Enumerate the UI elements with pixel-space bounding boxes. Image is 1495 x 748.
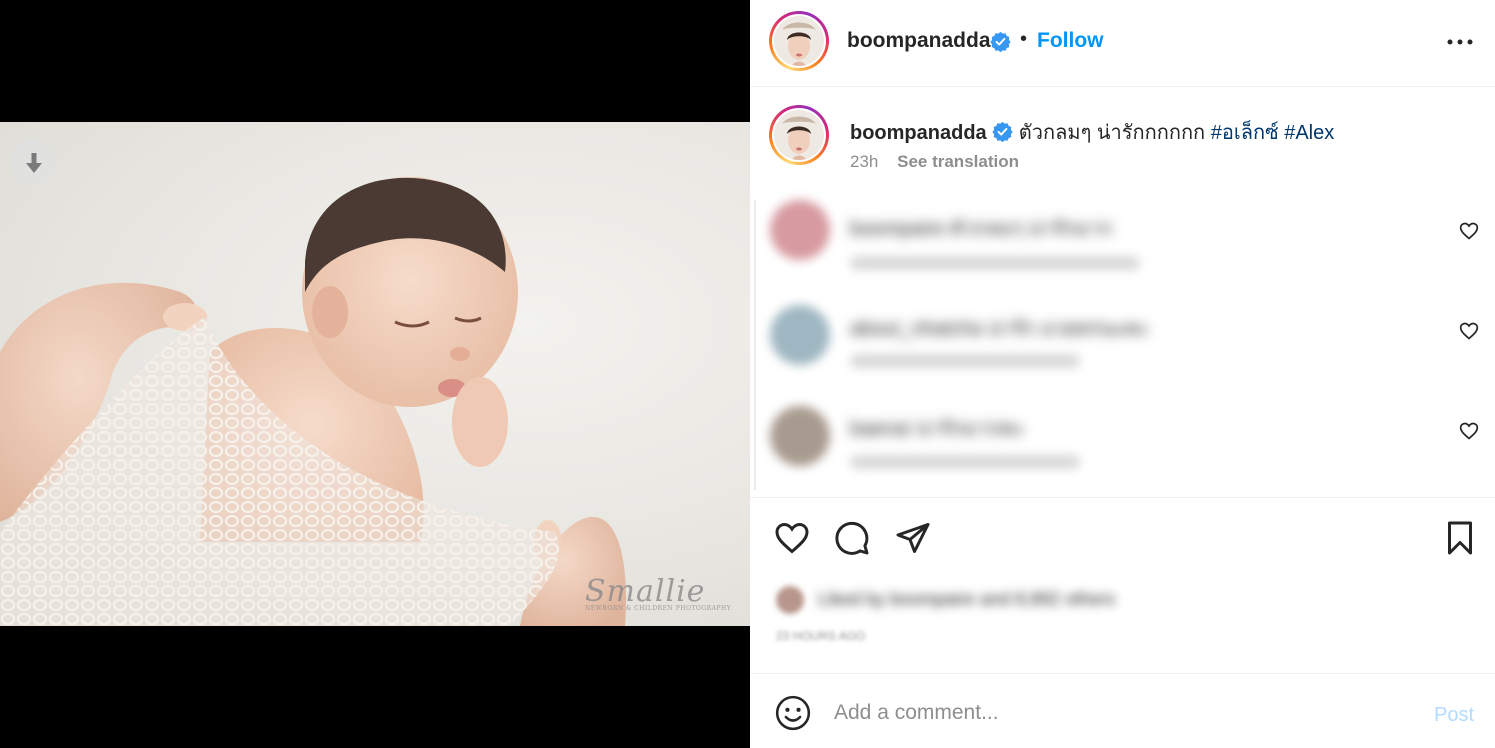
post-timestamp: 23 HOURS AGO <box>776 629 866 643</box>
comment-text: about_nhatcha น่ารัก อวยพรนะคะ <box>850 318 1149 340</box>
post-side-panel: boompanadda • Follow boompanadda ตัวกลมๆ… <box>750 0 1495 748</box>
comment-meta <box>850 455 1080 469</box>
post-comment-button[interactable]: Post <box>1434 704 1474 727</box>
author-username[interactable]: boompanadda <box>847 29 991 53</box>
commenter-avatar[interactable] <box>770 305 830 365</box>
comment-text: baenai น่ารักมากคะ <box>850 418 1025 440</box>
post-action-bar <box>750 497 1495 577</box>
photographer-watermark: Smallie NEWBORN & CHILDREN PHOTOGRAPHY <box>585 574 732 612</box>
commenter-avatar[interactable] <box>770 200 830 260</box>
commenter-avatar[interactable] <box>770 406 830 466</box>
comment-item: boompaire ตัวกลมๆ น่ารักมาก <box>750 190 1495 290</box>
comment-composer: Post <box>750 673 1495 748</box>
comment-text: boompaire ตัวกลมๆ น่ารักมาก <box>850 218 1113 240</box>
emoji-icon[interactable] <box>774 694 812 732</box>
bookmark-icon[interactable] <box>1442 520 1478 556</box>
add-comment-input[interactable] <box>834 696 1394 730</box>
author-avatar[interactable] <box>769 11 829 71</box>
comment-like-heart-icon[interactable] <box>1459 221 1479 241</box>
header-separator: • <box>1020 28 1028 50</box>
comment-like-heart-icon[interactable] <box>1459 321 1479 341</box>
post-caption: boompanadda ตัวกลมๆ น่ารักกกกกก #อเล็กซ์… <box>750 88 1495 188</box>
post-header: boompanadda • Follow <box>750 0 1495 87</box>
more-options-icon[interactable] <box>1442 30 1478 54</box>
caption-time: 23h <box>850 152 879 171</box>
caption-text: boompanadda ตัวกลมๆ น่ารักกกกกก #อเล็กซ์… <box>850 116 1334 148</box>
like-heart-icon[interactable] <box>774 520 810 556</box>
likes-summary: Liked by boompaire and 8,892 others 23 H… <box>750 577 1495 647</box>
post-media: Smallie NEWBORN & CHILDREN PHOTOGRAPHY <box>0 0 750 748</box>
caption-body: ตัวกลมๆ น่ารักกกกกก <box>1018 122 1206 144</box>
comment-list: boompaire ตัวกลมๆ น่ารักมาก about_nhatch… <box>750 190 1495 495</box>
caption-meta: 23h See translation <box>850 152 1019 172</box>
verified-icon <box>992 121 1013 142</box>
see-translation-link[interactable]: See translation <box>897 152 1019 171</box>
post-photo: Smallie NEWBORN & CHILDREN PHOTOGRAPHY <box>0 122 750 626</box>
newborn-photo-illustration <box>0 177 626 626</box>
liker-avatar[interactable] <box>776 586 804 614</box>
verified-icon <box>990 31 1011 52</box>
hashtag-link[interactable]: #Alex <box>1284 122 1334 144</box>
avatar-portrait-icon <box>774 110 824 160</box>
comment-meta <box>850 256 1140 270</box>
avatar-portrait-icon <box>774 16 824 66</box>
share-icon[interactable] <box>895 520 931 556</box>
download-button[interactable] <box>11 140 56 185</box>
likes-text[interactable]: Liked by boompaire and 8,892 others <box>818 589 1115 610</box>
comment-meta <box>850 354 1080 368</box>
comment-item: about_nhatcha น่ารัก อวยพรนะคะ <box>750 290 1495 390</box>
download-icon <box>25 152 42 173</box>
comment-item: baenai น่ารักมากคะ <box>750 390 1495 490</box>
comment-icon[interactable] <box>834 520 870 556</box>
comment-like-heart-icon[interactable] <box>1459 421 1479 441</box>
caption-username[interactable]: boompanadda <box>850 122 987 144</box>
follow-button[interactable]: Follow <box>1037 29 1104 53</box>
caption-author-avatar[interactable] <box>769 105 829 165</box>
hashtag-link[interactable]: #อเล็กซ์ <box>1211 122 1279 144</box>
